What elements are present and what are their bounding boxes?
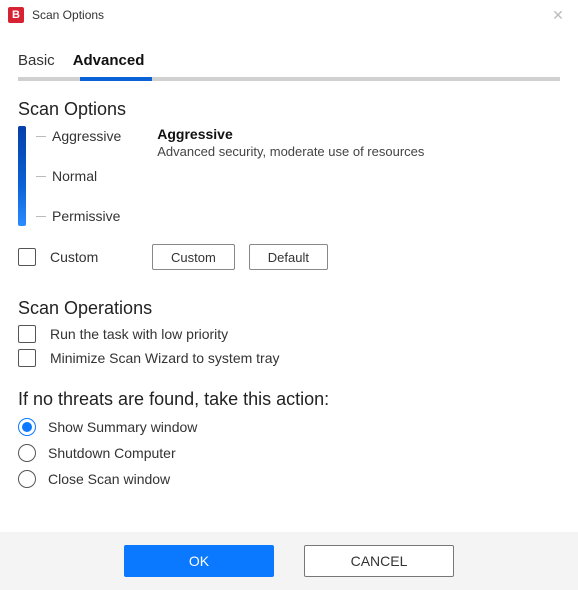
cancel-button[interactable]: CANCEL bbox=[304, 545, 454, 577]
radio-show-summary[interactable] bbox=[18, 418, 36, 436]
ok-button[interactable]: OK bbox=[124, 545, 274, 577]
scan-level-slider[interactable] bbox=[18, 126, 26, 226]
slider-label-normal[interactable]: Normal bbox=[36, 166, 121, 186]
radio-shutdown-label: Shutdown Computer bbox=[48, 445, 176, 461]
no-threats-title: If no threats are found, take this actio… bbox=[18, 389, 560, 410]
scan-options-title: Scan Options bbox=[18, 99, 560, 120]
tab-active-indicator bbox=[80, 77, 152, 81]
scan-operations-title: Scan Operations bbox=[18, 298, 560, 319]
default-button[interactable]: Default bbox=[249, 244, 328, 270]
tab-advanced[interactable]: Advanced bbox=[73, 52, 145, 69]
slider-label-aggressive[interactable]: Aggressive bbox=[36, 126, 121, 146]
low-priority-label: Run the task with low priority bbox=[50, 326, 228, 342]
radio-show-summary-label: Show Summary window bbox=[48, 419, 197, 435]
slider-label-permissive[interactable]: Permissive bbox=[36, 206, 121, 226]
selected-level-desc: Advanced security, moderate use of resou… bbox=[157, 144, 424, 159]
minimize-checkbox[interactable] bbox=[18, 349, 36, 367]
footer: OK CANCEL bbox=[0, 532, 578, 590]
scan-level-description: Aggressive Advanced security, moderate u… bbox=[149, 126, 424, 159]
custom-button[interactable]: Custom bbox=[152, 244, 235, 270]
close-icon[interactable]: ✕ bbox=[546, 7, 570, 24]
scan-level-labels: Aggressive Normal Permissive bbox=[32, 126, 121, 226]
tab-underline bbox=[18, 77, 560, 81]
custom-checkbox[interactable] bbox=[18, 248, 36, 266]
custom-checkbox-label: Custom bbox=[50, 249, 138, 265]
radio-close-window-label: Close Scan window bbox=[48, 471, 170, 487]
selected-level-name: Aggressive bbox=[157, 126, 424, 142]
app-icon: B bbox=[8, 7, 24, 23]
radio-close-window[interactable] bbox=[18, 470, 36, 488]
titlebar: B Scan Options ✕ bbox=[0, 0, 578, 30]
window-title: Scan Options bbox=[32, 8, 546, 22]
radio-shutdown[interactable] bbox=[18, 444, 36, 462]
tab-bar: Basic Advanced bbox=[18, 40, 560, 77]
low-priority-checkbox[interactable] bbox=[18, 325, 36, 343]
minimize-label: Minimize Scan Wizard to system tray bbox=[50, 350, 280, 366]
tab-basic[interactable]: Basic bbox=[18, 52, 55, 69]
